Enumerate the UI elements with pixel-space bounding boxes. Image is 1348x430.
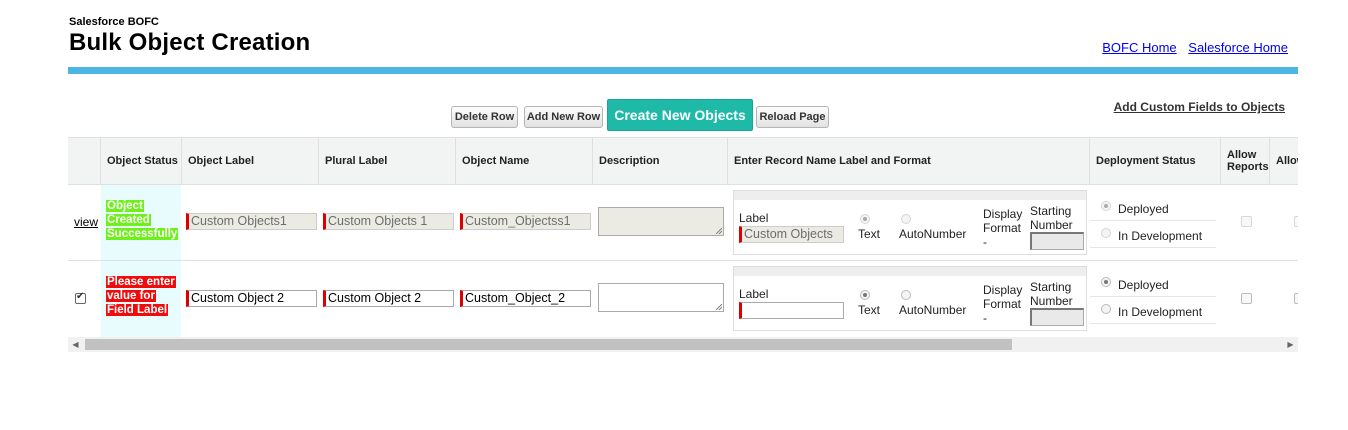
- text-radio[interactable]: [860, 214, 870, 224]
- record-name-format-box: Label Text AutoNumber Display Format - S…: [733, 266, 1087, 331]
- scrollbar-thumb[interactable]: [85, 339, 1012, 350]
- object-name-input[interactable]: Custom_Objectss1: [460, 213, 591, 230]
- display-format-label: Display Format: [983, 207, 1023, 235]
- salesforce-home-link[interactable]: Salesforce Home: [1188, 40, 1288, 55]
- description-textarea[interactable]: [598, 207, 724, 236]
- page-title: Bulk Object Creation: [69, 29, 311, 56]
- header-accent-bar: [68, 67, 1298, 74]
- scroll-left-icon[interactable]: ◀: [68, 337, 83, 352]
- in-development-radio[interactable]: [1101, 304, 1111, 314]
- autonumber-radio[interactable]: [901, 290, 911, 300]
- header-links: BOFC Home Salesforce Home: [1094, 40, 1288, 55]
- object-name-input[interactable]: Custom_Object_2: [460, 290, 591, 307]
- table-row: Please entervalue forField Label Custom …: [68, 260, 1298, 337]
- allow-activities-checkbox[interactable]: [1294, 293, 1298, 304]
- scroll-right-icon[interactable]: ▶: [1283, 337, 1298, 352]
- starting-number-label: Starting Number: [1030, 280, 1073, 308]
- view-link[interactable]: view: [74, 215, 98, 229]
- object-label-input[interactable]: Custom Object 2: [186, 290, 317, 307]
- record-label-input[interactable]: [739, 302, 844, 319]
- display-format-label: Display Format: [983, 283, 1023, 311]
- allow-activities-checkbox[interactable]: [1294, 216, 1298, 227]
- column-header: Allow Acti: [1270, 138, 1298, 184]
- column-header: Object Label: [182, 138, 319, 184]
- starting-number-label: Starting Number: [1030, 204, 1073, 232]
- column-header: Object Name: [456, 138, 593, 184]
- column-header: Plural Label: [319, 138, 456, 184]
- column-header: Object Status: [101, 138, 182, 184]
- object-status-cell: Object Created Successfully: [101, 185, 181, 261]
- allow-reports-checkbox[interactable]: [1241, 293, 1252, 304]
- add-new-row-button[interactable]: Add New Row: [524, 106, 603, 128]
- allow-reports-checkbox[interactable]: [1241, 216, 1252, 227]
- deployed-label: Deployed: [1118, 202, 1169, 216]
- delete-row-button[interactable]: Delete Row: [451, 106, 518, 128]
- table-row: view Object Created Successfully Custom Ob…: [68, 184, 1298, 261]
- create-new-objects-button[interactable]: Create New Objects: [607, 99, 753, 131]
- object-label-input[interactable]: Custom Objects1: [186, 213, 317, 230]
- object-status-text: Object Created Successfully: [106, 200, 179, 240]
- deployed-label: Deployed: [1118, 278, 1169, 292]
- deployed-radio[interactable]: [1101, 277, 1111, 287]
- column-header: Description: [593, 138, 728, 184]
- text-radio-label: Text: [858, 303, 881, 317]
- record-label-caption: Label: [739, 287, 769, 301]
- object-status-cell: Please enter value for Field Label: [101, 261, 181, 337]
- plural-label-input[interactable]: Custom Objects 1: [323, 213, 454, 230]
- in-development-label: In Development: [1118, 305, 1203, 319]
- in-development-label: In Development: [1118, 229, 1203, 243]
- text-radio[interactable]: [860, 290, 870, 300]
- object-status-text: Please enter value for Field Label: [106, 276, 176, 316]
- column-header: Deployment Status: [1090, 138, 1221, 184]
- autonumber-radio-label: AutoNumber: [899, 227, 967, 241]
- reload-page-button[interactable]: Reload Page: [756, 106, 829, 128]
- starting-number-input[interactable]: [1030, 232, 1084, 250]
- select-column-header: [68, 138, 101, 184]
- row-select-checkbox[interactable]: [75, 291, 86, 304]
- record-label-input[interactable]: Custom Objects: [739, 226, 844, 243]
- plural-label-input[interactable]: Custom Object 2: [323, 290, 454, 307]
- text-radio-label: Text: [858, 227, 881, 241]
- app-name: Salesforce BOFC: [69, 16, 159, 28]
- column-header: Enter Record Name Label and Format: [728, 138, 1090, 184]
- display-format-dash: -: [983, 311, 987, 325]
- record-name-format-box: Label Custom Objects Text AutoNumber Dis…: [733, 190, 1087, 255]
- column-header: Allow Reports: [1221, 138, 1270, 184]
- add-custom-fields-link[interactable]: Add Custom Fields to Objects: [1114, 100, 1285, 114]
- description-textarea[interactable]: [598, 283, 724, 312]
- horizontal-scrollbar[interactable]: ◀ ▶: [68, 337, 1298, 352]
- objects-table: Object Status Object Label Plural Label …: [68, 137, 1298, 338]
- starting-number-input[interactable]: [1030, 308, 1084, 326]
- autonumber-radio-label: AutoNumber: [899, 303, 967, 317]
- in-development-radio[interactable]: [1101, 228, 1111, 238]
- autonumber-radio[interactable]: [901, 214, 911, 224]
- record-label-caption: Label: [739, 211, 769, 225]
- display-format-dash: -: [983, 235, 987, 249]
- bofc-home-link[interactable]: BOFC Home: [1102, 40, 1176, 55]
- deployed-radio[interactable]: [1101, 201, 1111, 211]
